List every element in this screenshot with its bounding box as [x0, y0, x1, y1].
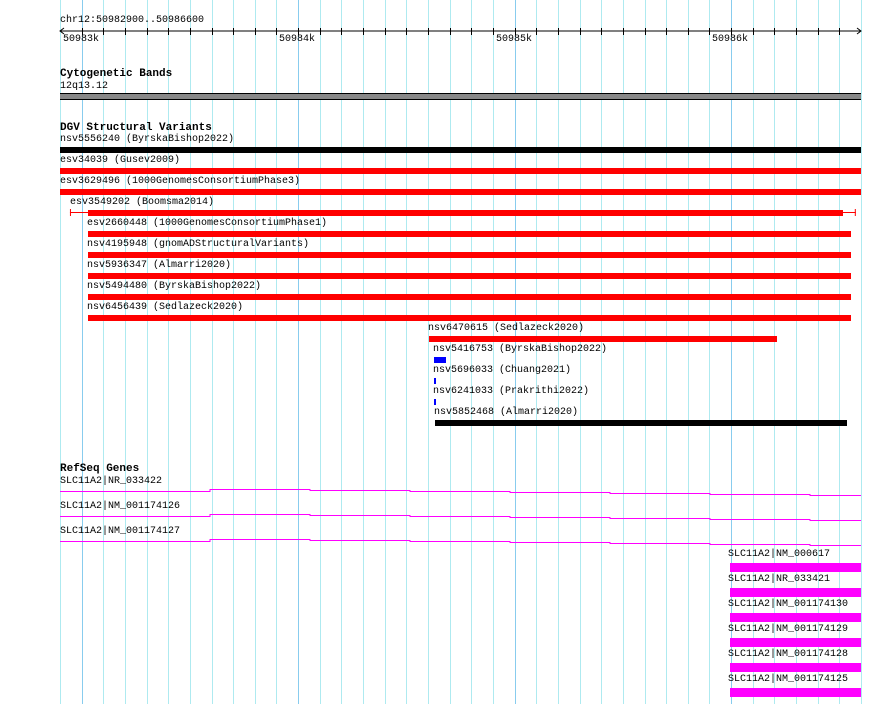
variant-bar[interactable] [88, 210, 843, 216]
variant-label: esv2660448 (1000GenomesConsortiumPhase1) [87, 218, 328, 229]
variant-label: nsv5416753 (ByrskaBishop2022) [433, 344, 608, 355]
gene-exon-bar[interactable] [730, 688, 861, 697]
gene-exon-bar[interactable] [730, 563, 861, 572]
gene-exon-bar[interactable] [730, 613, 861, 622]
variant-label: esv3549202 (Boomsma2014) [70, 197, 215, 208]
variant-label: nsv5556240 (ByrskaBishop2022) [60, 134, 235, 145]
ruler-tick-label: 50985k [496, 34, 533, 45]
gene-label: SLC11A2|NM_001174127 [60, 526, 181, 537]
gene-label: SLC11A2|NR_033422 [60, 476, 163, 487]
gene-intron-line[interactable] [60, 539, 861, 546]
cytoband-bar[interactable] [60, 93, 861, 100]
genome-browser: chr12:50982900..50986600 50983k 50984k 509… [0, 0, 890, 704]
variant-bar[interactable] [88, 252, 851, 258]
gene-exon-bar[interactable] [730, 663, 861, 672]
ruler-tick-label: 50986k [712, 34, 749, 45]
location-label: chr12:50982900..50986600 [60, 15, 205, 26]
gene-label: SLC11A2|NM_001174129 [728, 624, 849, 635]
gene-label: SLC11A2|NM_001174125 [728, 674, 849, 685]
variant-bar[interactable] [435, 420, 847, 426]
track-title-refseq-genes[interactable]: RefSeq Genes [60, 463, 139, 475]
variant-bar[interactable] [60, 168, 861, 174]
variant-bar[interactable] [88, 231, 851, 237]
gene-intron-line[interactable] [60, 514, 861, 521]
variant-label: nsv6241033 (Prakrithi2022) [433, 386, 590, 397]
variant-bar[interactable] [429, 336, 777, 342]
variant-label: nsv5494480 (ByrskaBishop2022) [87, 281, 262, 292]
gene-exon-bar[interactable] [730, 638, 861, 647]
gene-label: SLC11A2|NM_000617 [728, 549, 831, 560]
gene-label: SLC11A2|NR_033421 [728, 574, 831, 585]
variant-bar[interactable] [434, 399, 436, 405]
variant-label: esv34039 (Gusev2009) [60, 155, 181, 166]
gene-exon-bar[interactable] [730, 588, 861, 597]
variant-bar[interactable] [88, 273, 851, 279]
variant-label: nsv6456439 (Sedlazeck2020) [87, 302, 244, 313]
variant-bar[interactable] [60, 189, 861, 195]
ruler-tick-label: 50984k [279, 34, 316, 45]
variant-label: nsv4195948 (gnomADStructuralVariants) [87, 239, 310, 250]
track-title-cytogenetic-bands[interactable]: Cytogenetic Bands [60, 68, 172, 80]
gene-label: SLC11A2|NM_001174126 [60, 501, 181, 512]
variant-label: nsv6470615 (Sedlazeck2020) [428, 323, 585, 334]
variant-label: nsv5936347 (Almarri2020) [87, 260, 232, 271]
gene-label: SLC11A2|NM_001174130 [728, 599, 849, 610]
variant-bar[interactable] [434, 357, 446, 363]
variant-label: esv3629496 (1000GenomesConsortiumPhase3) [60, 176, 301, 187]
gene-label: SLC11A2|NM_001174128 [728, 649, 849, 660]
variant-bar[interactable] [88, 294, 851, 300]
variant-bar[interactable] [434, 378, 436, 384]
gene-intron-line[interactable] [60, 489, 861, 496]
variant-bar[interactable] [88, 315, 851, 321]
ruler-tick-label: 50983k [63, 34, 100, 45]
cytoband-label: 12q13.12 [60, 81, 109, 92]
variant-bar[interactable] [60, 147, 861, 153]
track-title-dgv-structural-variants[interactable]: DGV Structural Variants [60, 122, 212, 134]
variant-label: nsv5696033 (Chuang2021) [433, 365, 572, 376]
variant-label: nsv5852468 (Almarri2020) [434, 407, 579, 418]
